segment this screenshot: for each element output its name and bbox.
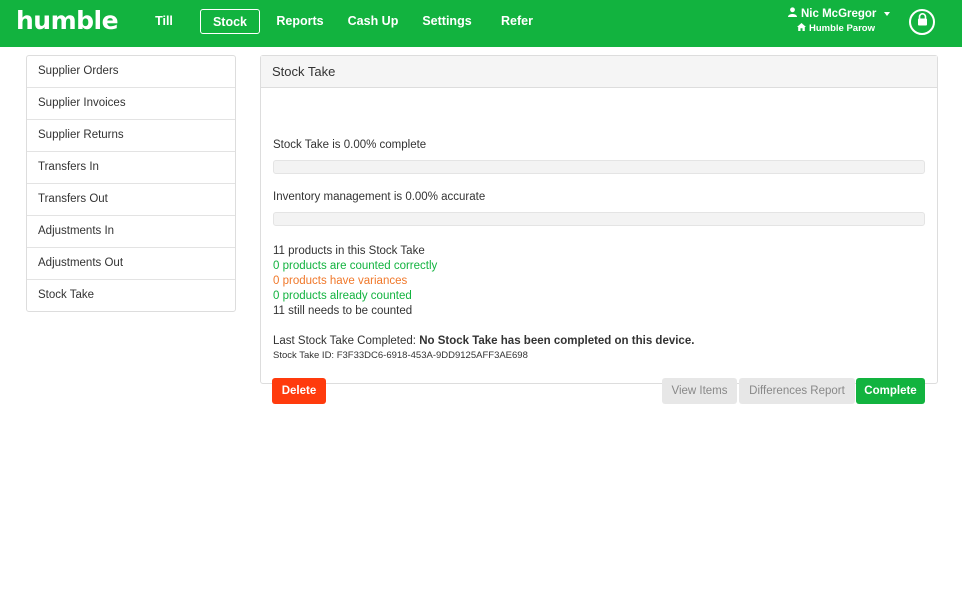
sidebar-item-supplier-returns[interactable]: Supplier Returns xyxy=(27,119,235,151)
accuracy-label: Inventory management is 0.00% accurate xyxy=(273,191,486,203)
view-items-button[interactable]: View Items xyxy=(662,378,737,404)
brand-logo[interactable]: humble xyxy=(16,6,119,35)
user-menu[interactable]: Nic McGregor Humble Parow xyxy=(788,7,898,34)
stock-take-panel: Stock Take Stock Take is 0.00% complete … xyxy=(260,55,938,404)
nav-reports[interactable]: Reports xyxy=(274,9,326,34)
user-dropdown[interactable]: Nic McGregor xyxy=(788,7,898,20)
panel-title: Stock Take xyxy=(261,56,937,88)
completion-progress-bar xyxy=(273,160,925,174)
delete-button[interactable]: Delete xyxy=(272,378,326,404)
nav-cash-up[interactable]: Cash Up xyxy=(346,9,400,34)
stock-take-id: Stock Take ID: F3F33DC6-6918-453A-9DD912… xyxy=(273,350,528,361)
stat-total-products: 11 products in this Stock Take xyxy=(273,245,425,257)
stat-remaining: 11 still needs to be counted xyxy=(273,305,413,317)
sidebar-item-adjustments-out[interactable]: Adjustments Out xyxy=(27,247,235,279)
accuracy-progress-bar xyxy=(273,212,925,226)
stat-variances: 0 products have variances xyxy=(273,275,408,287)
store-name: Humble Parow xyxy=(809,23,875,34)
sidebar-item-transfers-out[interactable]: Transfers Out xyxy=(27,183,235,215)
sidebar-item-transfers-in[interactable]: Transfers In xyxy=(27,151,235,183)
sidebar-item-stock-take[interactable]: Stock Take xyxy=(27,279,235,311)
last-completed-label: Last Stock Take Completed: xyxy=(273,335,416,347)
nav-till[interactable]: Till xyxy=(148,9,180,34)
chevron-down-icon xyxy=(884,11,891,16)
user-name: Nic McGregor xyxy=(801,7,877,20)
store-label: Humble Parow xyxy=(788,23,898,34)
nav-refer[interactable]: Refer xyxy=(496,9,538,34)
lock-button[interactable] xyxy=(909,9,935,35)
last-completed-value: No Stock Take has been completed on this… xyxy=(419,335,695,347)
home-icon xyxy=(797,23,806,34)
lock-icon xyxy=(917,13,928,31)
sidebar-item-supplier-orders[interactable]: Supplier Orders xyxy=(27,56,235,87)
stock-sidebar: Supplier Orders Supplier Invoices Suppli… xyxy=(26,55,236,312)
last-completed: Last Stock Take Completed: No Stock Take… xyxy=(273,335,694,347)
completion-label: Stock Take is 0.00% complete xyxy=(273,139,427,151)
differences-report-button[interactable]: Differences Report xyxy=(739,378,855,404)
nav-stock[interactable]: Stock xyxy=(200,9,260,34)
complete-button[interactable]: Complete xyxy=(856,378,925,404)
nav-settings[interactable]: Settings xyxy=(420,9,474,34)
sidebar-item-adjustments-in[interactable]: Adjustments In xyxy=(27,215,235,247)
user-icon xyxy=(788,7,797,20)
sidebar-item-supplier-invoices[interactable]: Supplier Invoices xyxy=(27,87,235,119)
top-navbar: humble Till Stock Reports Cash Up Settin… xyxy=(0,0,962,47)
stat-already-counted: 0 products already counted xyxy=(273,290,412,302)
stat-counted-correctly: 0 products are counted correctly xyxy=(273,260,438,272)
